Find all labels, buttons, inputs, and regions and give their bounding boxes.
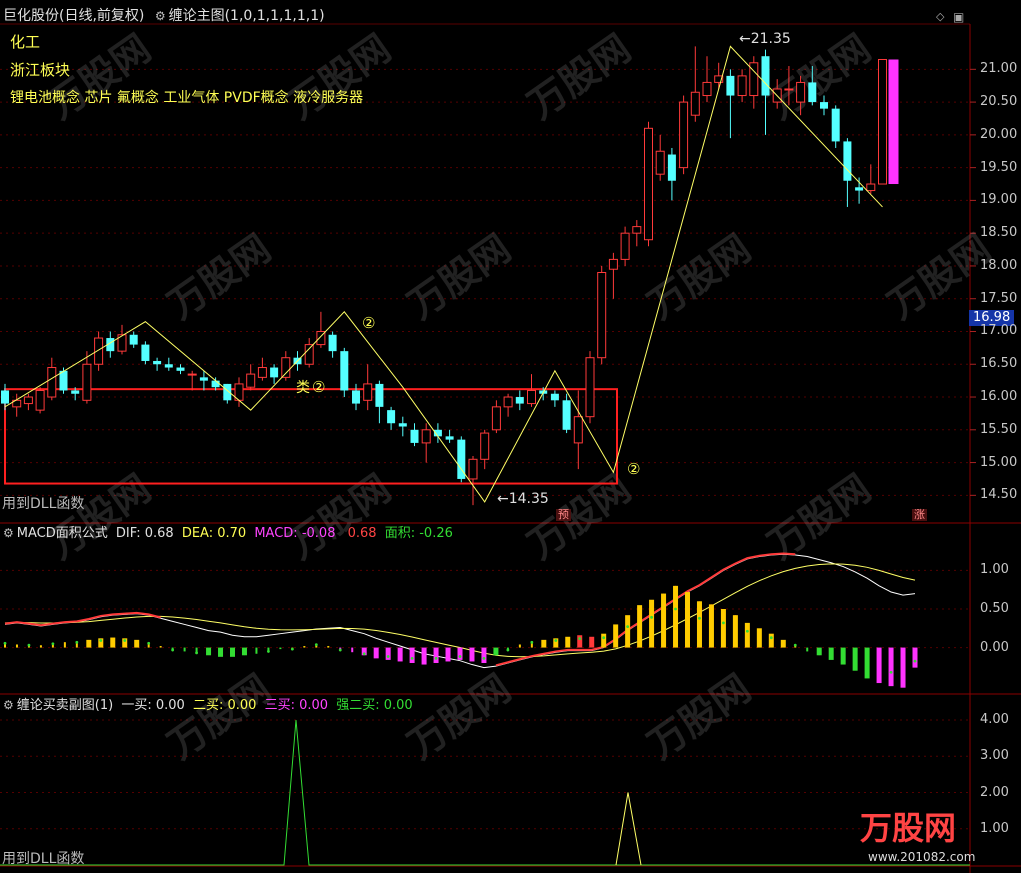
dll-note-main: 用到DLL函数 [2, 496, 85, 512]
category-label: 类 [296, 380, 310, 396]
dif-value: 0.68 [144, 526, 174, 541]
dea-label: DEA: [181, 526, 214, 541]
main-tick-label: 20.00 [980, 126, 1018, 142]
main-tick-label: 15.00 [980, 454, 1018, 470]
low-price-label: ←14.35 [497, 491, 549, 507]
main-tick-label: 17.50 [980, 290, 1018, 306]
circle-mark-2: ② [362, 314, 376, 332]
area-label: 面积: [384, 526, 416, 541]
strong2-label: 强二买: [336, 698, 380, 713]
main-tick-label: 18.50 [980, 225, 1018, 241]
main-tick-label: 16.00 [980, 389, 1018, 405]
strong2-value: 0.00 [383, 698, 413, 713]
stock-title[interactable]: 巨化股份(日线,前复权) [3, 8, 144, 24]
sub-tick-label: 3.00 [980, 748, 1009, 764]
sub-tick-label: 1.00 [980, 820, 1009, 836]
dll-note-sub: 用到DLL函数 [2, 851, 85, 867]
main-tick-label: 18.00 [980, 257, 1018, 273]
sub-title[interactable]: 缠论买卖副图(1) [17, 698, 113, 713]
main-tick-label: 14.50 [980, 487, 1018, 503]
high-price-value: 21.35 [750, 31, 791, 47]
main-tick-label: 17.00 [980, 323, 1018, 339]
area-value: -0.26 [419, 526, 453, 541]
buy2-value: 0.00 [227, 698, 257, 713]
low-price-value: 14.35 [508, 491, 549, 507]
sub-gear-icon[interactable]: ⚙ [3, 698, 14, 712]
macd-tick-label: 0.00 [980, 639, 1009, 655]
high-price-label: ←21.35 [739, 31, 791, 47]
strong-buy2-signal-line [0, 719, 970, 866]
sub-tick-label: 4.00 [980, 712, 1009, 727]
indicator-title[interactable]: 缠论主图(1,0,1,1,1,1,1) [169, 8, 325, 24]
macd-tick-label: 0.50 [980, 601, 1009, 616]
chart-header: 巨化股份(日线,前复权) ⚙ 缠论主图(1,0,1,1,1,1,1) [3, 8, 325, 24]
macd-value: -0.08 [301, 526, 336, 541]
watermark-brand: 万股网 [860, 809, 957, 847]
watermark-url: www.201082.com [868, 850, 976, 864]
macd-label: MACD: [254, 526, 298, 541]
region-label: 浙江板块 [10, 61, 71, 79]
forecast-tag: 预 [556, 508, 571, 521]
main-tick-label: 19.50 [980, 159, 1018, 175]
dif-label: DIF: [115, 526, 141, 541]
macd-header: ⚙ MACD面积公式 DIF: 0.68 DEA: 0.70 MACD: -0.0… [3, 525, 453, 542]
main-tick-label: 15.50 [980, 421, 1018, 437]
macd-extra-value: 0.68 [347, 526, 377, 541]
buy2-label: 二买: [192, 698, 224, 713]
macd-title[interactable]: MACD面积公式 [17, 526, 108, 541]
buy1-value: 0.00 [155, 698, 185, 713]
stock-chart-window: 万股网 万股网 万股网 万股网 万股网 万股网 万股网 万股网 万股网 万股网 万股网 万股网 万股网万… [0, 0, 1021, 873]
main-tick-label: 19.00 [980, 192, 1018, 208]
main-tick-label: 20.50 [980, 94, 1018, 110]
macd-tick-label: 1.00 [980, 562, 1009, 578]
buy3-label: 三买: [264, 698, 295, 713]
rise-tag: 涨 [912, 508, 927, 521]
macd-gear-icon[interactable]: ⚙ [3, 526, 14, 540]
sub-tick-label: 2.00 [980, 784, 1009, 800]
circle-mark-3: ② [627, 460, 641, 478]
diamond-icon[interactable]: ◇ [936, 9, 944, 25]
window-icon[interactable]: ▣ [953, 9, 964, 25]
dea-value: 0.70 [217, 526, 247, 541]
circle-mark-1: ② [312, 378, 326, 396]
main-tick-label: 16.50 [980, 356, 1018, 372]
chanlun-sub-chart[interactable] [0, 0, 1021, 873]
indicator-gear-icon[interactable]: ⚙ [155, 9, 166, 23]
buy2-signal-line [615, 792, 642, 866]
concepts-label: 锂电池概念 芯片 氟概念 工业气体 PVDF概念 液冷服务器 [10, 90, 364, 106]
industry-label: 化工 [10, 33, 41, 51]
main-tick-label: 21.00 [980, 61, 1018, 77]
buy3-value: 0.00 [299, 698, 329, 713]
buy1-label: 一买: [121, 698, 152, 713]
sub-header: ⚙ 缠论买卖副图(1) 一买: 0.00 二买: 0.00 三买: 0.00 强二… [3, 697, 413, 714]
